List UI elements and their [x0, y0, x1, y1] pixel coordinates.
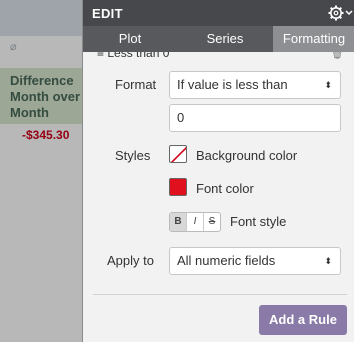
panel-header: EDIT — [83, 0, 354, 26]
rule-header: ≡ Less than 0 🗑 — [83, 52, 354, 62]
select-arrows-icon: ⬍ — [324, 256, 332, 266]
italic-toggle[interactable]: I — [187, 213, 204, 231]
modal-backdrop[interactable] — [0, 0, 82, 342]
data-table: ⌀ Difference Month over Month -$345.30 — [0, 0, 82, 342]
edit-panel: EDIT Plot Series Formatting ≡ Less than … — [82, 0, 354, 342]
rule-title[interactable]: ≡ Less than 0 — [97, 52, 169, 60]
strikethrough-toggle[interactable]: S — [204, 213, 220, 231]
font-style-label: Font style — [230, 214, 287, 229]
panel-title: EDIT — [92, 6, 123, 21]
tab-formatting[interactable]: Formatting — [273, 26, 354, 52]
format-label: Format — [115, 77, 157, 92]
trash-icon[interactable]: 🗑 — [331, 52, 344, 60]
bold-toggle[interactable]: B — [170, 213, 187, 231]
apply-to-select[interactable]: All numeric fields ⬍ — [169, 247, 341, 275]
apply-to-select-value: All numeric fields — [177, 253, 276, 268]
font-color-swatch[interactable] — [169, 178, 187, 196]
background-color-swatch[interactable] — [169, 145, 187, 163]
select-arrows-icon: ⬍ — [324, 80, 332, 90]
tab-plot[interactable]: Plot — [83, 26, 177, 52]
tab-series[interactable]: Series — [177, 26, 273, 52]
format-select-value: If value is less than — [177, 77, 288, 92]
font-color-label: Font color — [196, 181, 254, 196]
font-style-toggle-group: B I S — [169, 212, 221, 232]
panel-tabs: Plot Series Formatting — [83, 26, 354, 52]
apply-to-label: Apply to — [107, 253, 154, 268]
rule-title-label: Less than 0 — [107, 52, 170, 60]
gear-icon[interactable] — [327, 3, 353, 23]
format-value-input[interactable]: 0 — [169, 104, 341, 132]
divider — [93, 294, 347, 295]
styles-label: Styles — [115, 148, 151, 163]
add-rule-button[interactable]: Add a Rule — [259, 305, 347, 335]
format-select[interactable]: If value is less than ⬍ — [169, 71, 341, 99]
background-color-label: Background color — [196, 148, 298, 163]
